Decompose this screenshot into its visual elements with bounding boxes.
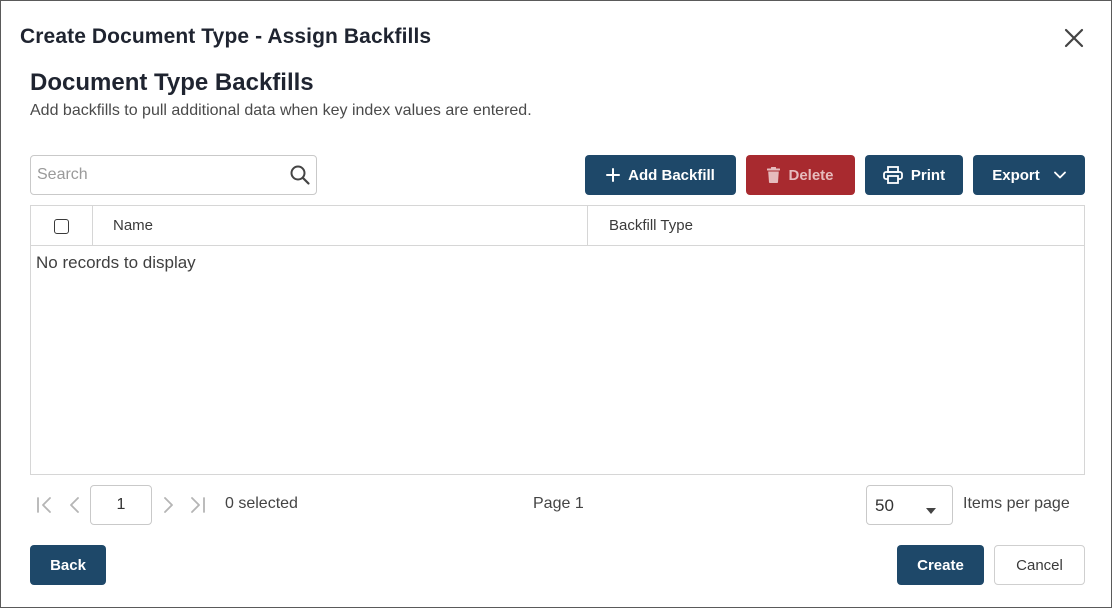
print-label: Print: [910, 166, 946, 184]
back-label: Back: [50, 556, 86, 574]
page-indicator: Page 1: [533, 495, 584, 512]
cancel-button[interactable]: Cancel: [994, 545, 1085, 585]
grid-header: Name Backfill Type: [31, 206, 1084, 246]
add-backfill-label: Add Backfill: [628, 166, 715, 184]
search-box: [30, 155, 317, 195]
column-header-name[interactable]: Name: [93, 206, 588, 246]
plus-icon: [606, 168, 621, 182]
section-description: Add backfills to pull additional data wh…: [30, 102, 532, 119]
selected-count: 0 selected: [225, 495, 298, 512]
create-button[interactable]: Create: [897, 545, 984, 585]
select-all-column: [31, 206, 93, 246]
page-size-dropdown[interactable]: 50: [866, 485, 953, 525]
back-button[interactable]: Back: [30, 545, 106, 585]
page-size-value: 50: [875, 496, 894, 515]
dialog-title: Create Document Type - Assign Backfills: [20, 25, 432, 48]
cancel-label: Cancel: [1016, 556, 1063, 574]
search-icon[interactable]: [289, 164, 311, 186]
first-page-icon[interactable]: [35, 495, 55, 515]
backfills-grid: Name Backfill Type No records to display: [30, 205, 1085, 475]
column-header-backfill-type[interactable]: Backfill Type: [588, 206, 1084, 246]
select-all-checkbox[interactable]: [54, 219, 69, 234]
items-per-page-label: Items per page: [963, 495, 1070, 512]
empty-message: No records to display: [36, 253, 196, 272]
chevron-down-icon: [1053, 171, 1066, 179]
last-page-icon[interactable]: [187, 495, 207, 515]
page-number-input[interactable]: [90, 485, 152, 525]
export-label: Export: [992, 166, 1040, 184]
previous-page-icon[interactable]: [65, 495, 85, 515]
close-icon[interactable]: [1061, 25, 1087, 51]
add-backfill-button[interactable]: Add Backfill: [585, 155, 736, 195]
caret-down-icon: [925, 502, 937, 514]
section-title: Document Type Backfills: [30, 69, 314, 96]
search-input[interactable]: [37, 156, 287, 194]
create-label: Create: [917, 556, 964, 574]
delete-button[interactable]: Delete: [746, 155, 855, 195]
export-button[interactable]: Export: [973, 155, 1085, 195]
print-button[interactable]: Print: [865, 155, 963, 195]
printer-icon: [883, 166, 903, 184]
delete-label: Delete: [788, 166, 834, 184]
next-page-icon[interactable]: [158, 495, 178, 515]
trash-icon: [767, 167, 781, 183]
create-document-type-dialog: Create Document Type - Assign Backfills …: [0, 0, 1112, 608]
